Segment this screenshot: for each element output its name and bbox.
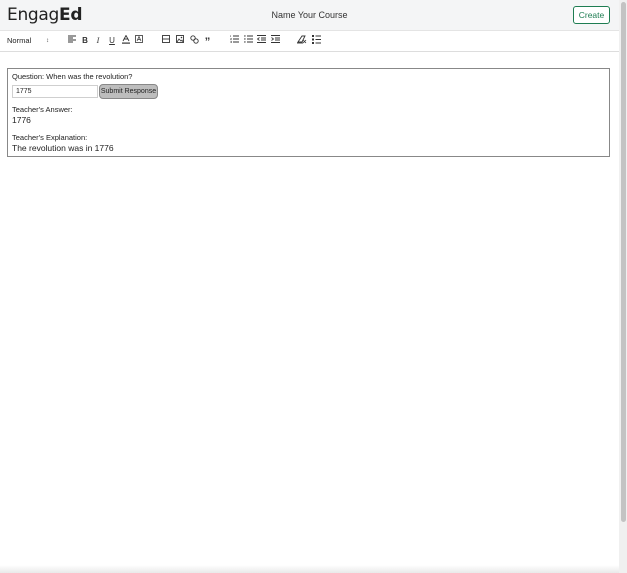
- submit-response-button[interactable]: Submit Response: [99, 84, 158, 99]
- top-navbar: EngagEd Name Your Course Create: [0, 0, 619, 31]
- heading-select[interactable]: Normal ↕: [7, 35, 51, 47]
- teacher-answer-value: 1776: [12, 115, 31, 125]
- italic-icon[interactable]: I: [93, 35, 103, 47]
- editor-content-area[interactable]: Question: When was the revolution? 1775 …: [7, 68, 610, 157]
- scrollbar-thumb[interactable]: [621, 2, 626, 522]
- link-icon[interactable]: [189, 35, 199, 47]
- formula-icon[interactable]: [161, 35, 171, 47]
- bold-icon[interactable]: B: [80, 35, 90, 47]
- text-color-icon[interactable]: [121, 35, 131, 47]
- heading-select-value: Normal: [7, 36, 32, 45]
- teacher-explanation-label: Teacher's Explanation:: [12, 133, 88, 142]
- background-color-icon[interactable]: [134, 35, 144, 47]
- editor-toolbar: Normal ↕ B I U ”: [0, 31, 619, 52]
- teacher-explanation-value: The revolution was in 1776: [12, 143, 114, 153]
- bullet-list-icon[interactable]: [243, 35, 253, 47]
- indent-decrease-icon[interactable]: [256, 35, 266, 47]
- align-icon[interactable]: [66, 35, 77, 47]
- answer-input[interactable]: 1775: [12, 85, 98, 98]
- course-name-title[interactable]: Name Your Course: [0, 10, 619, 20]
- select-arrows-icon: ↕: [46, 38, 49, 44]
- bottom-shade: [0, 565, 619, 573]
- teacher-answer-label: Teacher's Answer:: [12, 105, 73, 114]
- question-label: Question: When was the revolution?: [12, 72, 133, 81]
- clear-format-icon[interactable]: [296, 35, 307, 47]
- question-block-icon[interactable]: [311, 35, 321, 47]
- indent-increase-icon[interactable]: [270, 35, 280, 47]
- ordered-list-icon[interactable]: [229, 35, 239, 47]
- image-icon[interactable]: [175, 35, 185, 47]
- quote-icon[interactable]: ”: [202, 35, 213, 48]
- create-button[interactable]: Create: [573, 6, 610, 24]
- underline-icon[interactable]: U: [107, 35, 117, 47]
